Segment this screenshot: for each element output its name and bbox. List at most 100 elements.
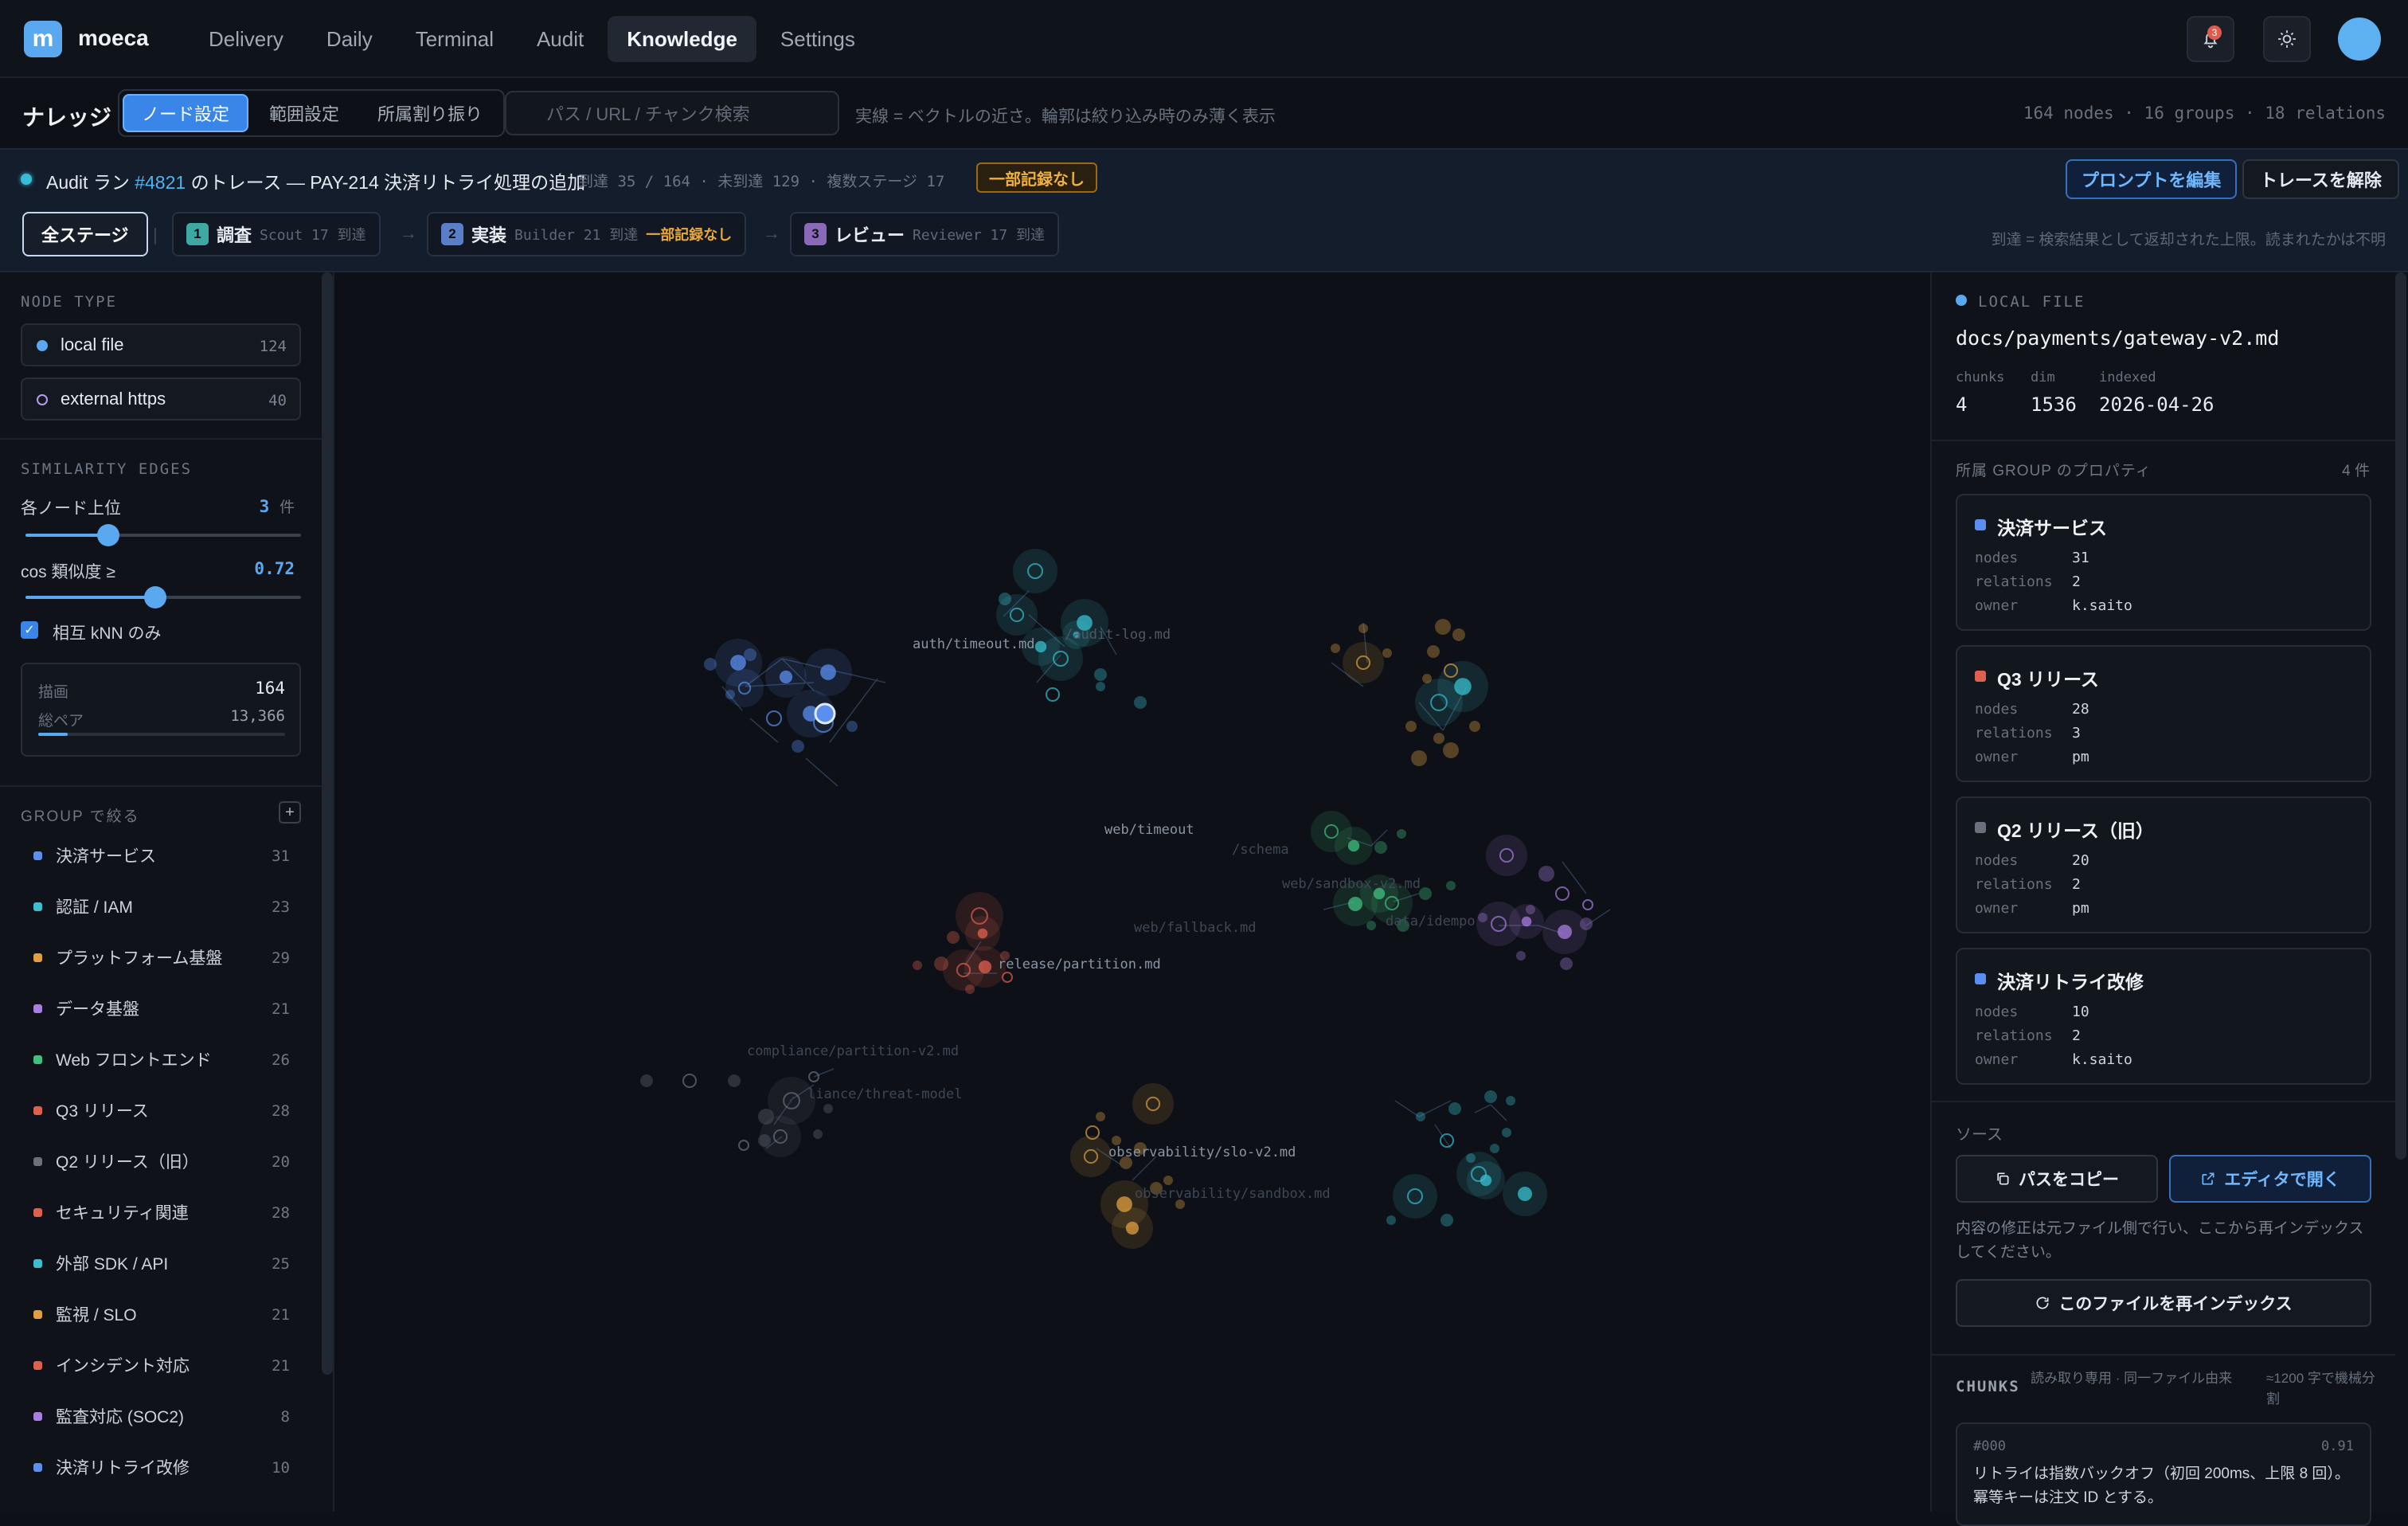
- graph-node[interactable]: [1440, 1214, 1453, 1227]
- graph-node[interactable]: [1374, 841, 1387, 854]
- stage-reviewer[interactable]: 3 レビュー Reviewer 17 到達: [790, 212, 1060, 256]
- group-filter-item[interactable]: 決済リトライ改修 10: [21, 1451, 301, 1483]
- graph-node[interactable]: [1335, 827, 1373, 865]
- graph-node[interactable]: [823, 1104, 833, 1113]
- graph-node[interactable]: [1358, 624, 1368, 633]
- graph-node[interactable]: [1132, 1083, 1174, 1125]
- graph-node[interactable]: [1433, 733, 1444, 744]
- nav-tab-knowledge[interactable]: Knowledge: [608, 16, 756, 62]
- graph-node[interactable]: [1484, 1090, 1497, 1103]
- edit-prompt-button[interactable]: プロンプトを編集: [2066, 159, 2238, 199]
- stage-builder[interactable]: 2 実装 Builder 21 到達 一部記録なし: [427, 212, 747, 256]
- reindex-button[interactable]: このファイルを再インデックス: [1956, 1279, 2371, 1327]
- nav-tab-settings[interactable]: Settings: [761, 16, 874, 62]
- graph-node[interactable]: [766, 710, 782, 726]
- copy-path-button[interactable]: パスをコピー: [1956, 1155, 2158, 1203]
- run-id-link[interactable]: #4821: [135, 172, 186, 193]
- graph-node[interactable]: [1467, 1161, 1505, 1199]
- open-editor-button[interactable]: エディタで開く: [2169, 1155, 2371, 1203]
- graph-node[interactable]: [1343, 642, 1384, 683]
- graph-node[interactable]: [1580, 918, 1593, 930]
- graph-node[interactable]: [1405, 721, 1417, 732]
- node-type-external-https[interactable]: external https 40: [21, 378, 301, 421]
- graph-node[interactable]: [1366, 921, 1376, 930]
- graph-node[interactable]: [1134, 696, 1147, 709]
- segment-node-settings[interactable]: ノード設定: [123, 94, 249, 132]
- graph-node[interactable]: [1446, 881, 1456, 890]
- graph-node[interactable]: [640, 1074, 653, 1087]
- clear-trace-button[interactable]: トレースを解除: [2242, 159, 2399, 199]
- graph-node[interactable]: [725, 669, 764, 707]
- graph-node[interactable]: [1443, 742, 1459, 758]
- graph-node[interactable]: [813, 1129, 823, 1139]
- nav-tab-daily[interactable]: Daily: [307, 16, 392, 62]
- app-logo[interactable]: m: [24, 21, 62, 57]
- graph-node[interactable]: [792, 740, 804, 753]
- graph-node[interactable]: [1516, 951, 1526, 961]
- graph-node[interactable]: [682, 1074, 697, 1088]
- graph-node[interactable]: [804, 648, 852, 696]
- theme-toggle-button[interactable]: [2263, 16, 2311, 62]
- search-input[interactable]: パス / URL / チャンク検索: [505, 91, 839, 135]
- group-filter-item[interactable]: 監査対応 (SOC2) 8: [21, 1400, 301, 1432]
- graph-node[interactable]: [758, 1134, 771, 1147]
- graph-node[interactable]: [1502, 1128, 1511, 1137]
- graph-node[interactable]: [1411, 750, 1427, 766]
- group-card[interactable]: Q2 リリース（旧） nodes 20 relations 2 owner pm: [1956, 796, 2371, 933]
- graph-node[interactable]: [1397, 829, 1406, 839]
- group-filter-item[interactable]: Web フロントエンド 26: [21, 1043, 301, 1075]
- graph-node[interactable]: [1503, 1172, 1547, 1216]
- graph-node[interactable]: [1466, 1153, 1476, 1163]
- stage-scout[interactable]: 1 調査 Scout 17 到達: [172, 212, 381, 256]
- cos-slider-thumb[interactable]: [143, 586, 166, 608]
- graph-node[interactable]: [1555, 886, 1570, 901]
- graph-node[interactable]: [1448, 1102, 1461, 1115]
- graph-node[interactable]: [765, 656, 807, 698]
- notifications-button[interactable]: 3: [2187, 16, 2234, 62]
- graph-node[interactable]: [1002, 972, 1013, 983]
- graph-node[interactable]: [1013, 549, 1057, 593]
- detail-scrollbar[interactable]: [2395, 272, 2406, 1160]
- all-stages-button[interactable]: 全ステージ: [22, 212, 148, 256]
- graph-node[interactable]: [1163, 1176, 1173, 1185]
- group-filter-item[interactable]: Q3 リリース 28: [21, 1094, 301, 1126]
- graph-node[interactable]: [744, 648, 756, 661]
- graph-node[interactable]: [1538, 866, 1554, 882]
- selected-node[interactable]: [814, 702, 836, 725]
- chunk-card[interactable]: #000 0.91 リトライは指数バックオフ（初回 200ms、上限 8 回）。…: [1956, 1422, 2371, 1526]
- graph-node[interactable]: [1419, 887, 1432, 900]
- group-filter-item[interactable]: Q2 リリース（旧） 20: [21, 1145, 301, 1177]
- group-filter-item[interactable]: 監視 / SLO 21: [21, 1298, 301, 1330]
- graph-node[interactable]: [1526, 905, 1535, 914]
- graph-node[interactable]: [1440, 1133, 1454, 1148]
- segment-group-assignment[interactable]: 所属割り振り: [360, 94, 500, 132]
- graph-svg[interactable]: auth/timeout.md/audit-log.md web/timeout /…: [336, 272, 1851, 1512]
- nav-tab-audit[interactable]: Audit: [518, 16, 603, 62]
- graph-node[interactable]: [999, 593, 1011, 605]
- mutual-knn-checkbox[interactable]: ✓: [21, 621, 38, 639]
- graph-node[interactable]: [738, 1140, 749, 1151]
- graph-node[interactable]: [1490, 1144, 1499, 1153]
- graph-node[interactable]: [704, 658, 717, 671]
- add-group-button[interactable]: +: [279, 801, 301, 824]
- graph-node[interactable]: [846, 721, 858, 732]
- graph-node[interactable]: [1582, 899, 1593, 910]
- graph-node[interactable]: [1094, 668, 1107, 681]
- group-filter-item[interactable]: インシデント対応 21: [21, 1349, 301, 1381]
- cos-slider[interactable]: [25, 586, 301, 608]
- graph-node[interactable]: [1542, 910, 1587, 954]
- graph-node[interactable]: [725, 690, 735, 699]
- group-filter-item[interactable]: 認証 / IAM 23: [21, 890, 301, 922]
- graph-node[interactable]: [728, 1074, 741, 1087]
- graph-node[interactable]: [1393, 1174, 1437, 1219]
- group-filter-item[interactable]: 決済サービス 31: [21, 839, 301, 871]
- group-card[interactable]: Q3 リリース nodes 28 relations 3 owner pm: [1956, 645, 2371, 782]
- group-card[interactable]: 決済サービス nodes 31 relations 2 owner k.saito: [1956, 494, 2371, 631]
- segment-scope-settings[interactable]: 範囲設定: [252, 94, 357, 132]
- topk-slider-thumb[interactable]: [96, 524, 119, 546]
- graph-node[interactable]: [1046, 687, 1060, 702]
- nav-tab-delivery[interactable]: Delivery: [190, 16, 303, 62]
- graph-node[interactable]: [1070, 1136, 1112, 1177]
- group-card[interactable]: 決済リトライ改修 nodes 10 relations 2 owner k.saito: [1956, 948, 2371, 1085]
- topk-slider[interactable]: [25, 524, 301, 546]
